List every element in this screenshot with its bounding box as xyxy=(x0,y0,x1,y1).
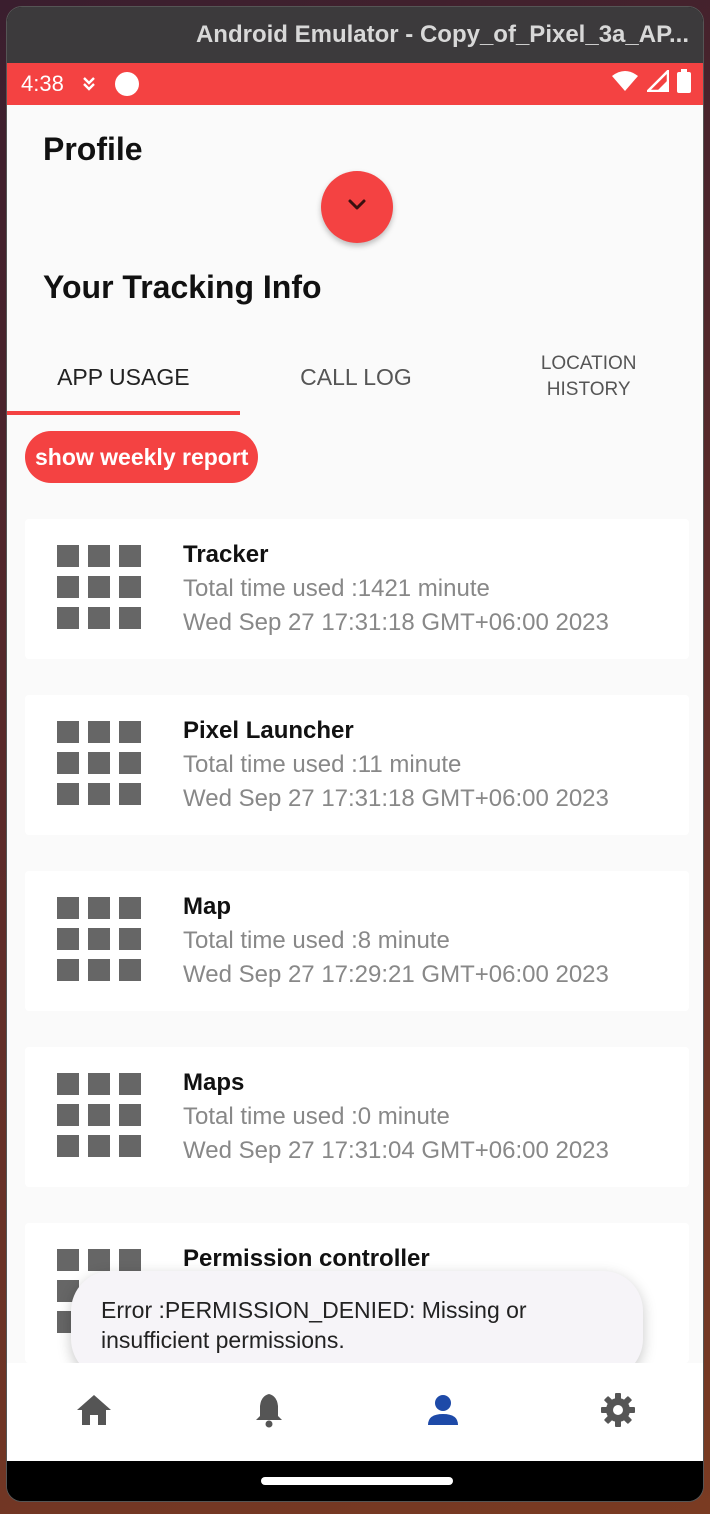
list-item[interactable]: Tracker Total time used :1421 minute Wed… xyxy=(25,519,689,659)
nav-home[interactable] xyxy=(7,1393,182,1432)
bell-icon xyxy=(254,1392,284,1433)
signal-icon xyxy=(644,67,670,98)
app-timestamp: Wed Sep 27 17:31:18 GMT+06:00 2023 xyxy=(183,609,609,636)
list-item[interactable]: Maps Total time used :0 minute Wed Sep 2… xyxy=(25,1047,689,1187)
tab-label: APP USAGE xyxy=(57,363,190,390)
data-saver-icon xyxy=(80,74,98,94)
nav-notifications[interactable] xyxy=(182,1392,357,1433)
tracking-tabs: APP USAGE CALL LOG LOCATION HISTORY xyxy=(7,339,703,415)
apps-grid-icon xyxy=(57,897,145,985)
home-gesture-bar[interactable] xyxy=(261,1477,453,1485)
app-name: Map xyxy=(183,893,231,920)
apps-grid-icon xyxy=(57,721,145,809)
gear-icon xyxy=(600,1392,636,1433)
window-title: Android Emulator - Copy_of_Pixel_3a_AP..… xyxy=(195,21,689,48)
bottom-navigation xyxy=(7,1363,704,1461)
tab-location-history[interactable]: LOCATION HISTORY xyxy=(472,339,703,415)
person-icon xyxy=(427,1394,459,1431)
app-usage-time: Total time used :11 minute xyxy=(183,751,462,778)
status-time: 4:38 xyxy=(21,71,64,96)
app-timestamp: Wed Sep 27 17:29:21 GMT+06:00 2023 xyxy=(183,961,609,988)
app-usage-list: Tracker Total time used :1421 minute Wed… xyxy=(25,519,689,1399)
page-title: Profile xyxy=(43,131,143,167)
list-item[interactable]: Map Total time used :8 minute Wed Sep 27… xyxy=(25,871,689,1011)
app-name: Tracker xyxy=(183,541,269,568)
record-dot-icon xyxy=(114,71,140,97)
emulator-window: Android Emulator - Copy_of_Pixel_3a_AP..… xyxy=(6,6,704,1502)
apps-grid-icon xyxy=(57,545,145,633)
section-title: Your Tracking Info xyxy=(43,269,322,305)
app-usage-time: Total time used :1421 minute xyxy=(183,575,490,602)
chevron-down-icon xyxy=(345,197,369,218)
tab-label: LOCATION HISTORY xyxy=(540,353,637,400)
apps-grid-icon xyxy=(57,1073,145,1161)
app-timestamp: Wed Sep 27 17:31:04 GMT+06:00 2023 xyxy=(183,1137,609,1164)
device-screen: 4:38 Profile Your Tracking Info APP USAG… xyxy=(7,63,704,1461)
app-usage-time: Total time used :8 minute xyxy=(183,927,450,954)
tab-app-usage[interactable]: APP USAGE xyxy=(7,339,240,415)
home-icon xyxy=(75,1393,113,1432)
app-timestamp: Wed Sep 27 17:31:18 GMT+06:00 2023 xyxy=(183,785,609,812)
tab-call-log[interactable]: CALL LOG xyxy=(240,339,473,415)
wifi-icon xyxy=(611,69,639,99)
battery-icon xyxy=(677,69,691,99)
expand-button[interactable] xyxy=(321,171,393,243)
nav-profile[interactable] xyxy=(356,1394,531,1431)
tab-label: CALL LOG xyxy=(300,363,412,390)
app-name: Maps xyxy=(183,1069,245,1096)
window-titlebar: Android Emulator - Copy_of_Pixel_3a_AP..… xyxy=(7,7,703,63)
nav-settings[interactable] xyxy=(531,1392,704,1433)
show-weekly-report-button[interactable]: show weekly report xyxy=(25,431,259,483)
status-bar: 4:38 xyxy=(7,63,703,105)
app-usage-time: Total time used :0 minute xyxy=(183,1103,450,1130)
list-item[interactable]: Pixel Launcher Total time used :11 minut… xyxy=(25,695,689,835)
app-name: Pixel Launcher xyxy=(183,717,354,744)
gesture-area xyxy=(7,1461,703,1501)
